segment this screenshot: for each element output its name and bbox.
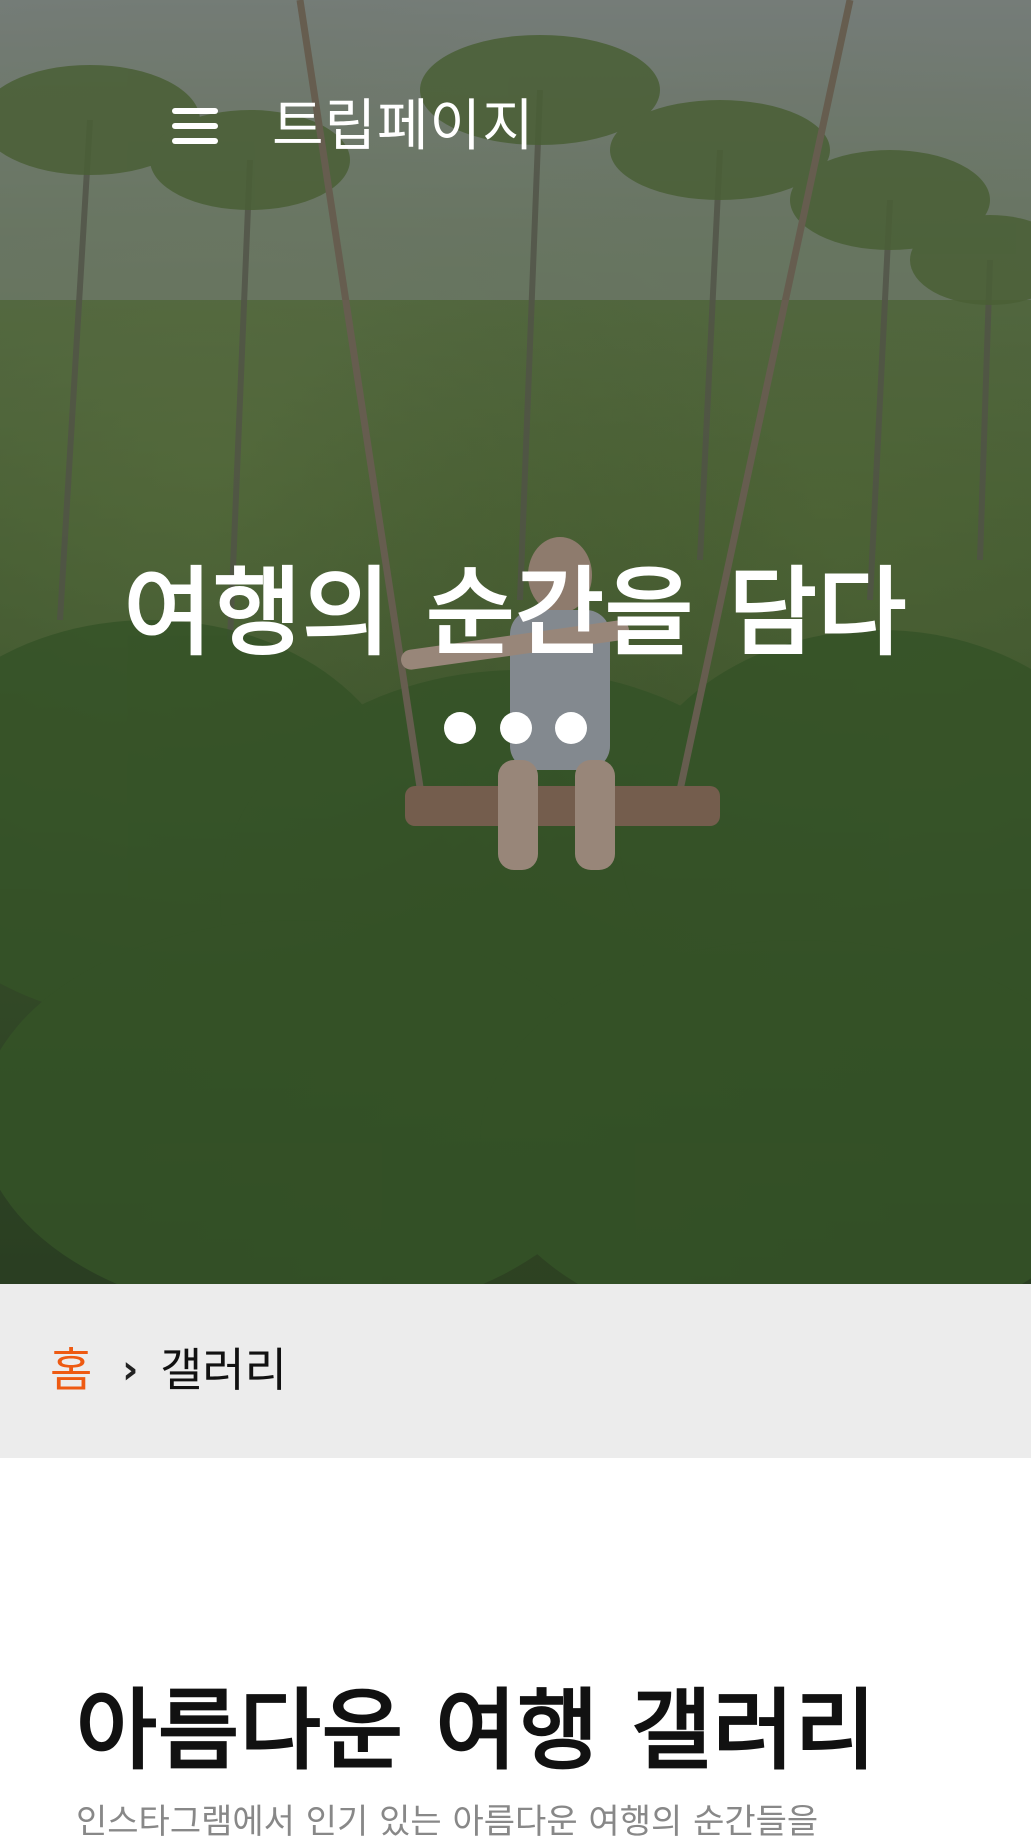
- breadcrumb-current-page: 갤러리: [160, 1343, 287, 1397]
- breadcrumb-separator-icon: ›: [122, 1347, 139, 1393]
- slide-dot[interactable]: [444, 712, 477, 744]
- slide-indicator-dots: [0, 712, 1031, 746]
- site-title[interactable]: 트립페이지: [272, 92, 535, 162]
- hamburger-menu-icon[interactable]: [172, 108, 218, 148]
- breadcrumb-home-link[interactable]: 홈: [50, 1340, 92, 1400]
- hero-section: 트립페이지 여행의 순간을 담다: [0, 0, 1031, 1284]
- breadcrumb: 홈 › 갤러리: [0, 1284, 1031, 1458]
- slide-dot[interactable]: [554, 712, 587, 744]
- gallery-description: 인스타그램에서 인기 있는 아름다운 여행의 순간들을: [76, 1802, 819, 1842]
- top-navigation-bar: 트립페이지: [0, 0, 1031, 250]
- gallery-title: 아름다운 여행 갤러리: [76, 1679, 877, 1782]
- gallery-intro-section: 아름다운 여행 갤러리 인스타그램에서 인기 있는 아름다운 여행의 순간들을: [0, 1458, 1031, 1842]
- hero-title: 여행의 순간을 담다: [123, 557, 908, 669]
- slide-dot[interactable]: [499, 712, 532, 744]
